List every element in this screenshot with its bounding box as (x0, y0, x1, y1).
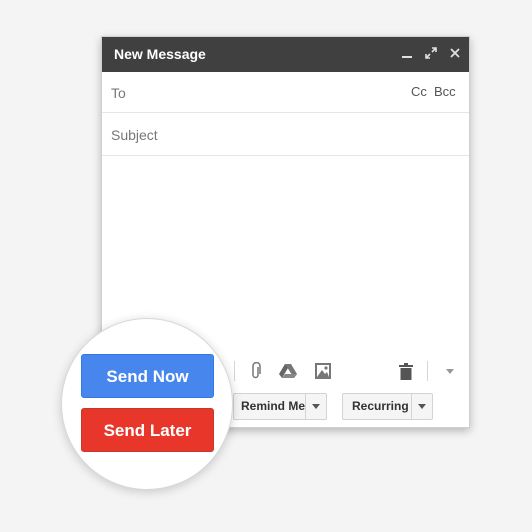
more-options-icon[interactable] (445, 369, 455, 375)
send-now-button[interactable]: Send Now (81, 354, 214, 398)
image-icon[interactable] (314, 362, 332, 380)
send-later-button[interactable]: Send Later (81, 408, 214, 452)
close-icon[interactable] (447, 45, 463, 61)
subject-field[interactable]: Subject (102, 113, 469, 156)
toolbar-divider (234, 361, 235, 381)
minimize-icon[interactable] (399, 45, 415, 61)
to-label: To (111, 85, 126, 101)
cc-link[interactable]: Cc (411, 84, 427, 99)
to-field[interactable]: To Cc Bcc (102, 72, 469, 113)
remind-me-button: Remind Me (233, 393, 327, 420)
compose-title: New Message (114, 46, 206, 62)
remind-me-label[interactable]: Remind Me (241, 394, 305, 419)
recurring-button: Recurring (342, 393, 433, 420)
remind-me-dropdown-icon[interactable] (305, 394, 326, 419)
trash-icon[interactable] (399, 363, 413, 380)
magnifier-callout (61, 318, 233, 490)
stage: New Message To Cc Bcc Subject Remind Me … (0, 0, 532, 532)
recurring-label[interactable]: Recurring (352, 394, 409, 419)
expand-icon[interactable] (423, 45, 439, 61)
bcc-link[interactable]: Bcc (434, 84, 456, 99)
attachment-icon[interactable] (248, 362, 264, 380)
toolbar-divider (427, 361, 428, 381)
recurring-dropdown-icon[interactable] (411, 394, 432, 419)
drive-icon[interactable] (278, 363, 298, 379)
subject-placeholder: Subject (111, 127, 158, 143)
compose-titlebar: New Message (102, 37, 469, 72)
